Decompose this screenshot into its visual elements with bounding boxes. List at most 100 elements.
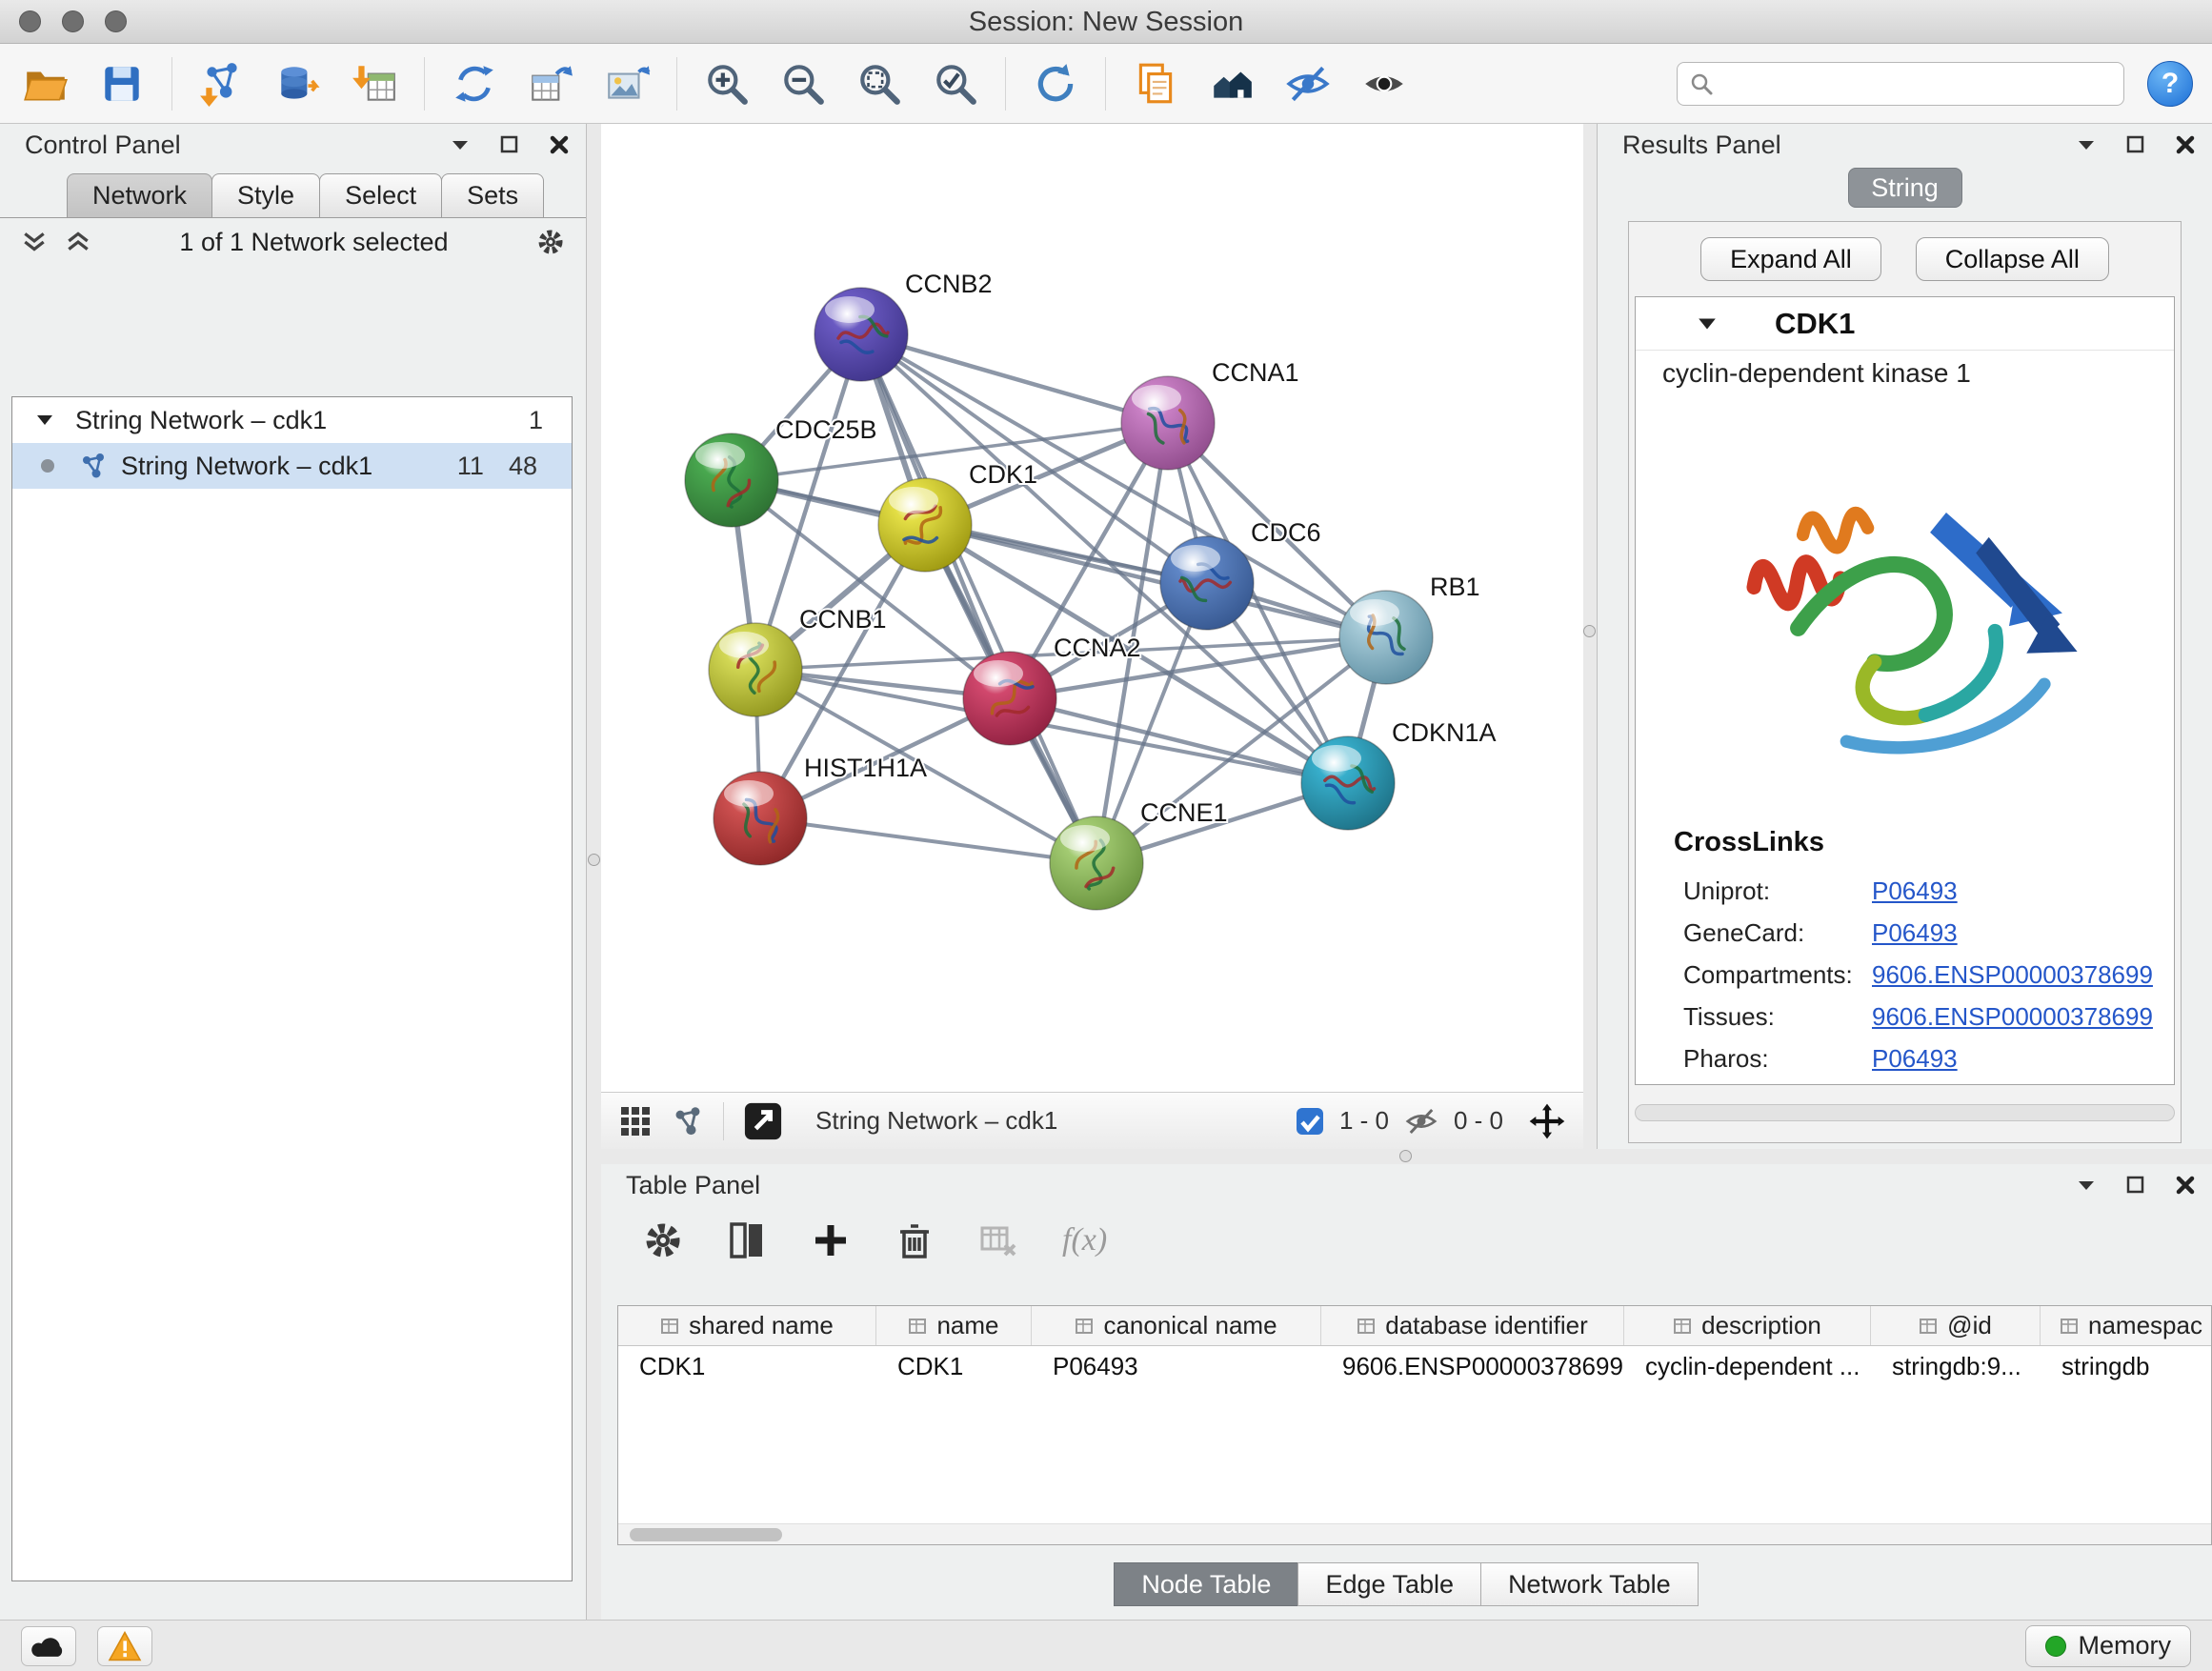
apply-layout-button[interactable]: [1029, 55, 1082, 112]
panel-menu-icon[interactable]: [449, 133, 472, 156]
network-share-icon[interactable]: [672, 1105, 704, 1137]
zoom-in-button[interactable]: [700, 55, 754, 112]
tab-network-table[interactable]: Network Table: [1480, 1562, 1699, 1606]
column-header-namespace[interactable]: namespac: [2041, 1306, 2212, 1345]
tab-sets[interactable]: Sets: [441, 173, 544, 217]
duplicate-page-button[interactable]: [1129, 55, 1182, 112]
panel-menu-icon[interactable]: [2075, 133, 2098, 156]
table-options-gear-icon[interactable]: [643, 1220, 683, 1260]
string-network-graph[interactable]: CCNB2CCNA1CDC25BCDK1CDC6RB1CCNB1CCNA2CDK…: [601, 124, 1583, 1092]
add-column-icon[interactable]: [811, 1220, 851, 1260]
warnings-button[interactable]: [97, 1626, 152, 1666]
import-network-file-button[interactable]: [195, 55, 249, 112]
node-CCNB1[interactable]: [709, 623, 802, 716]
hide-selected-button[interactable]: [1281, 55, 1335, 112]
expand-all-networks-icon[interactable]: [65, 229, 91, 255]
show-columns-icon[interactable]: [727, 1220, 767, 1260]
column-header-name[interactable]: name: [876, 1306, 1032, 1345]
table-row[interactable]: CDK1 CDK1 P06493 9606.ENSP00000378699 cy…: [618, 1346, 2211, 1386]
pan-move-icon[interactable]: [1528, 1102, 1566, 1140]
tree-expand-icon[interactable]: [35, 411, 54, 430]
network-options-gear-icon[interactable]: [536, 228, 565, 256]
column-header-id[interactable]: @id: [1871, 1306, 2041, 1345]
memory-button[interactable]: Memory: [2025, 1625, 2191, 1667]
tab-node-table[interactable]: Node Table: [1114, 1562, 1298, 1606]
network-canvas[interactable]: CCNB2CCNA1CDC25BCDK1CDC6RB1CCNB1CCNA2CDK…: [601, 124, 1583, 1092]
hidden-eye-slash-icon[interactable]: [1404, 1104, 1438, 1138]
collapse-entry-icon[interactable]: [1697, 313, 1718, 334]
open-session-button[interactable]: [19, 55, 72, 112]
scrollbar-thumb[interactable]: [630, 1528, 782, 1541]
collapse-all-button[interactable]: Collapse All: [1916, 237, 2109, 281]
float-panel-icon[interactable]: [2124, 133, 2147, 156]
edge-HIST1H1A-CCNE1[interactable]: [760, 818, 1096, 863]
export-table-button[interactable]: [524, 55, 577, 112]
node-CCNA2[interactable]: [963, 652, 1056, 745]
right-splitter-handle[interactable]: [1583, 625, 1596, 637]
column-header-canonical-name[interactable]: canonical name: [1032, 1306, 1321, 1345]
zoom-out-button[interactable]: [776, 55, 830, 112]
crosslink-genecard-link[interactable]: P06493: [1872, 918, 1958, 948]
close-panel-icon[interactable]: [2174, 133, 2197, 156]
hidden-node-edge-counts: 0 - 0: [1454, 1106, 1503, 1136]
node-CCNE1[interactable]: [1050, 816, 1143, 910]
bottom-splitter-handle[interactable]: [1399, 1150, 1412, 1162]
show-all-button[interactable]: [1357, 55, 1411, 112]
tab-string[interactable]: String: [1848, 168, 1962, 208]
node-CCNB2[interactable]: [814, 288, 908, 381]
help-button[interactable]: ?: [2147, 61, 2193, 107]
external-link-icon[interactable]: [743, 1101, 783, 1141]
tab-select[interactable]: Select: [319, 173, 442, 217]
node-CDC6[interactable]: [1160, 536, 1254, 630]
network-collection-row[interactable]: String Network – cdk1 1: [12, 397, 572, 443]
node-CDK1[interactable]: [878, 478, 972, 572]
float-panel-icon[interactable]: [2124, 1174, 2147, 1197]
crosslink-pharos-link[interactable]: P06493: [1872, 1044, 1958, 1074]
expand-all-button[interactable]: Expand All: [1700, 237, 1881, 281]
node-CDKN1A[interactable]: [1301, 736, 1395, 830]
home-button[interactable]: [1205, 55, 1258, 112]
crosslink-compartments-link[interactable]: 9606.ENSP00000378699: [1872, 960, 2153, 990]
delete-column-icon[interactable]: [895, 1220, 935, 1260]
selected-checkbox-icon[interactable]: [1296, 1107, 1324, 1136]
search-input[interactable]: [1723, 69, 2112, 98]
float-panel-icon[interactable]: [498, 133, 521, 156]
close-panel-icon[interactable]: [2174, 1174, 2197, 1197]
bottom-splitter[interactable]: [601, 1149, 2212, 1164]
right-splitter[interactable]: [1583, 124, 1597, 1149]
search-field: [1677, 62, 2124, 106]
column-header-description[interactable]: description: [1624, 1306, 1871, 1345]
column-header-database-identifier[interactable]: database identifier: [1321, 1306, 1624, 1345]
tab-network[interactable]: Network: [67, 173, 212, 217]
cloud-status-button[interactable]: [21, 1626, 76, 1666]
table-horizontal-scrollbar[interactable]: [618, 1523, 2211, 1544]
crosslink-uniprot-link[interactable]: P06493: [1872, 876, 1958, 906]
collapse-all-networks-icon[interactable]: [21, 229, 48, 255]
import-table-button[interactable]: [348, 55, 401, 112]
tab-edge-table[interactable]: Edge Table: [1297, 1562, 1481, 1606]
birds-eye-view-icon[interactable]: [618, 1104, 653, 1138]
crosslink-tissues-link[interactable]: 9606.ENSP00000378699: [1872, 1002, 2153, 1032]
save-session-button[interactable]: [95, 55, 149, 112]
network-row[interactable]: String Network – cdk1 11 48: [12, 443, 572, 489]
edge-CCNB2-CCNE1[interactable]: [861, 334, 1096, 863]
results-scrollbar[interactable]: [1635, 1104, 2175, 1121]
database-icon: [274, 60, 322, 108]
left-splitter[interactable]: [587, 124, 601, 1620]
column-header-shared-name[interactable]: shared name: [618, 1306, 876, 1345]
export-image-button[interactable]: [600, 55, 654, 112]
close-panel-icon[interactable]: [548, 133, 571, 156]
import-network-database-button[interactable]: [271, 55, 325, 112]
node-HIST1H1A[interactable]: [714, 772, 807, 865]
zoom-fit-button[interactable]: [853, 55, 906, 112]
selected-node-edge-counts: 1 - 0: [1339, 1106, 1389, 1136]
tab-style[interactable]: Style: [211, 173, 320, 217]
node-RB1[interactable]: [1339, 591, 1433, 684]
export-network-button[interactable]: [448, 55, 501, 112]
table-tabs: Node Table Edge Table Network Table: [601, 1562, 2212, 1606]
node-CCNA1[interactable]: [1121, 376, 1215, 470]
zoom-selected-button[interactable]: [929, 55, 982, 112]
panel-menu-icon[interactable]: [2075, 1174, 2098, 1197]
left-splitter-handle[interactable]: [588, 854, 600, 866]
node-CDC25B[interactable]: [685, 433, 778, 527]
